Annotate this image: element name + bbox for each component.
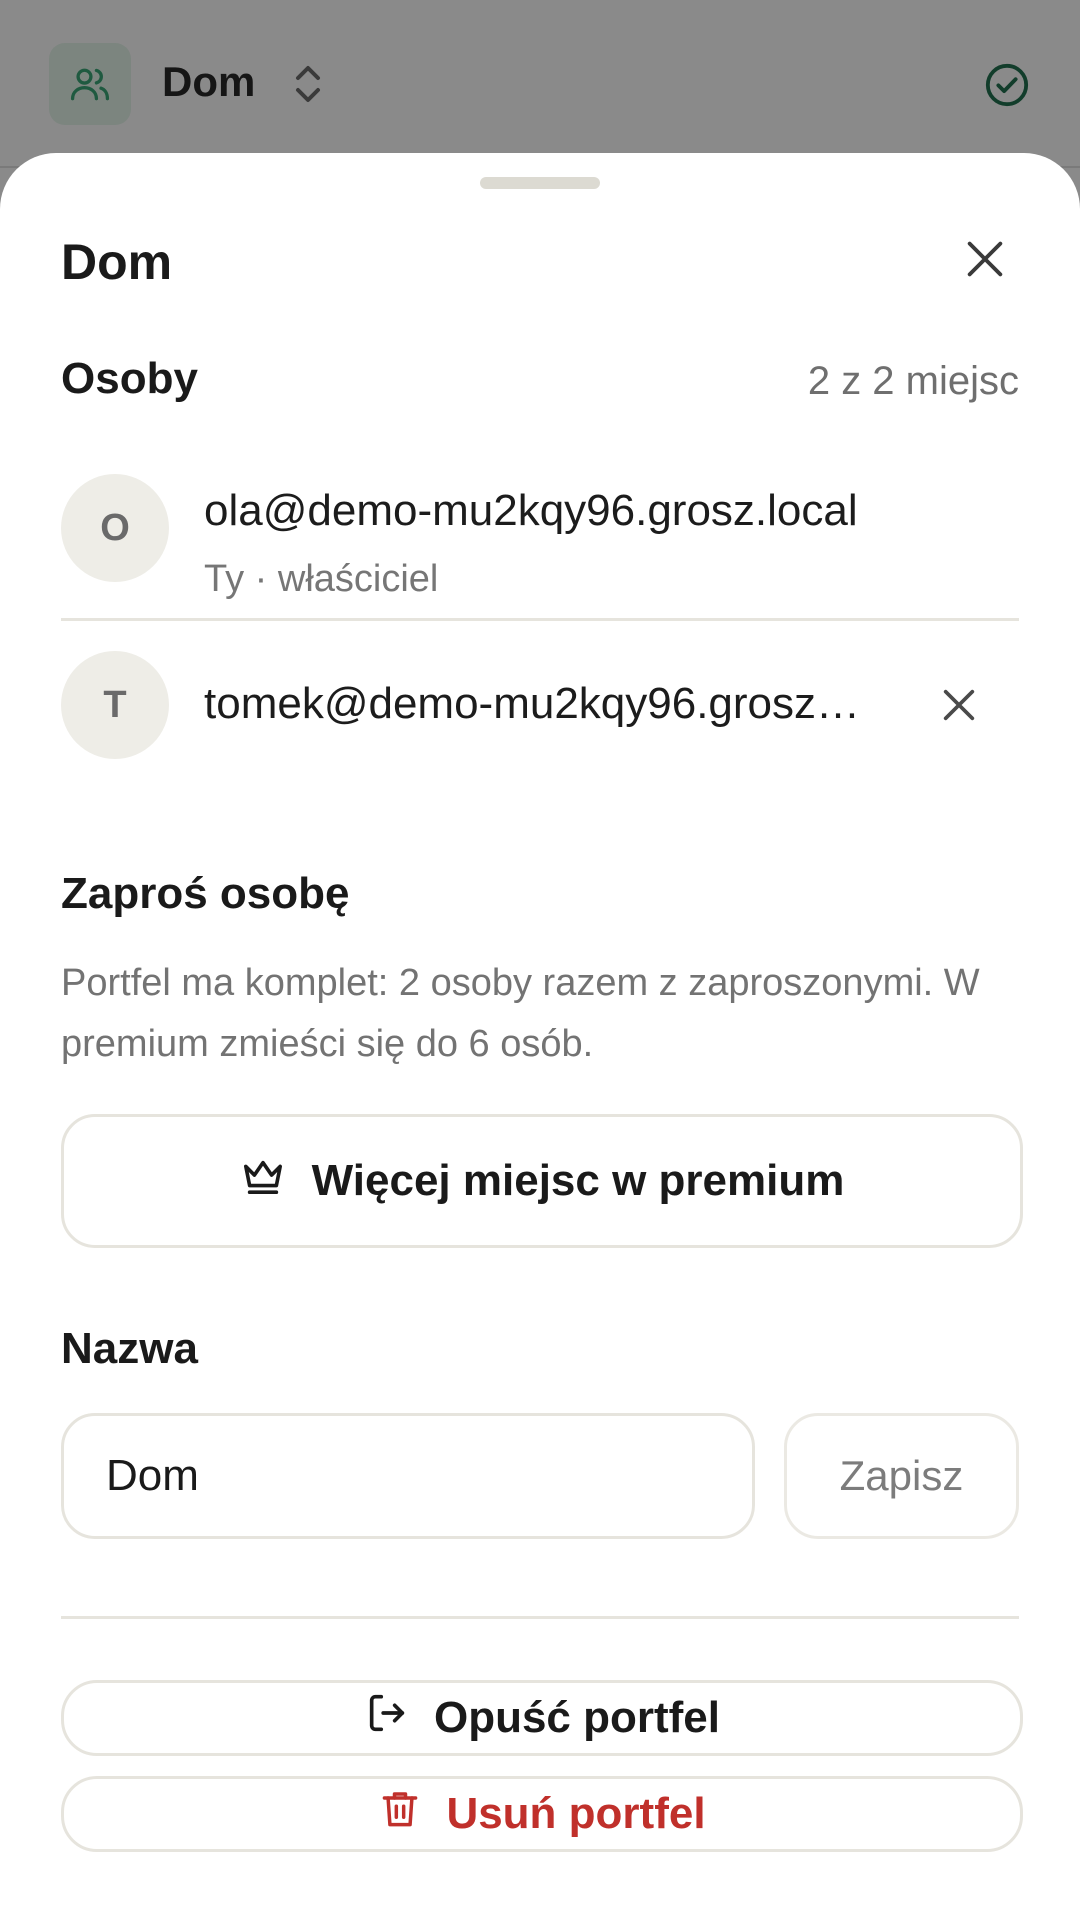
trash-icon	[378, 1786, 422, 1843]
sheet-title: Dom	[61, 234, 173, 290]
users-icon[interactable]	[49, 43, 131, 125]
member-divider	[61, 618, 1019, 621]
invite-section-label: Zaproś osobę	[61, 869, 350, 918]
avatar: T	[61, 651, 169, 759]
premium-button-label: Więcej miejsc w premium	[311, 1156, 845, 1205]
wallet-switcher-name[interactable]: Dom	[162, 58, 255, 106]
member-email: ola@demo-mu2kqy96.grosz.local	[204, 486, 858, 535]
wallet-name-input[interactable]: Dom	[61, 1413, 755, 1539]
avatar: O	[61, 474, 169, 582]
wallet-settings-sheet: Dom Osoby 2 z 2 miejsc O ola@demo-mu2kqy…	[0, 153, 1080, 1920]
top-bar: Dom	[0, 0, 1080, 168]
chevron-up-down-icon[interactable]	[288, 62, 328, 111]
logout-icon	[364, 1690, 410, 1747]
people-section-label: Osoby	[61, 354, 198, 403]
premium-button[interactable]: Więcej miejsc w premium	[61, 1114, 1023, 1248]
remove-member-icon[interactable]	[939, 685, 979, 725]
delete-wallet-label: Usuń portfel	[446, 1789, 706, 1838]
section-divider	[61, 1616, 1019, 1619]
crown-icon	[240, 1155, 286, 1208]
save-button[interactable]: Zapisz	[784, 1413, 1019, 1539]
sheet-grabber[interactable]	[480, 177, 600, 189]
member-row: T tomek@demo-mu2kqy96.grosz.local	[61, 651, 1019, 771]
delete-wallet-button[interactable]: Usuń portfel	[61, 1776, 1023, 1852]
name-section-label: Nazwa	[61, 1324, 198, 1373]
member-role: Ty · właściciel	[204, 558, 439, 600]
leave-wallet-label: Opuść portfel	[433, 1693, 721, 1742]
check-circle-icon[interactable]	[984, 62, 1030, 113]
close-icon[interactable]	[962, 236, 1008, 282]
member-email: tomek@demo-mu2kqy96.grosz.local	[204, 679, 866, 728]
member-row: O ola@demo-mu2kqy96.grosz.local Ty · wła…	[61, 474, 1019, 600]
slots-count: 2 z 2 miejsc	[807, 359, 1019, 403]
leave-wallet-button[interactable]: Opuść portfel	[61, 1680, 1023, 1756]
invite-description: Portfel ma komplet: 2 osoby razem z zapr…	[61, 962, 980, 1065]
